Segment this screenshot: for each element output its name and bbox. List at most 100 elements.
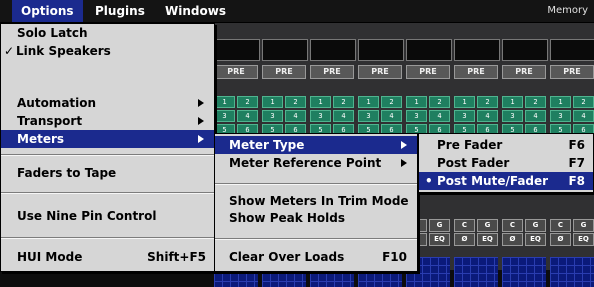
pre-button[interactable]: PRE: [214, 65, 258, 79]
voice-button[interactable]: 2: [429, 96, 450, 108]
voice-button[interactable]: 4: [573, 110, 594, 122]
pre-button[interactable]: PRE: [358, 65, 402, 79]
voice-button[interactable]: 2: [237, 96, 258, 108]
voice-button[interactable]: 1: [310, 96, 331, 108]
pre-button[interactable]: PRE: [406, 65, 450, 79]
pre-button[interactable]: PRE: [310, 65, 354, 79]
voice-button[interactable]: 4: [525, 110, 546, 122]
eq-button[interactable]: EQ: [477, 233, 498, 246]
voice-button[interactable]: 3: [358, 110, 379, 122]
insert-slot[interactable]: [406, 39, 452, 61]
pre-button[interactable]: PRE: [502, 65, 546, 79]
menu-item-solo-latch[interactable]: Solo Latch: [1, 24, 214, 42]
voice-button[interactable]: 1: [358, 96, 379, 108]
voice-button[interactable]: 3: [550, 110, 571, 122]
voice-button[interactable]: 3: [502, 110, 523, 122]
voice-button[interactable]: 1: [502, 96, 523, 108]
check-icon: ✓: [4, 44, 15, 58]
shortcut-label: F7: [568, 156, 585, 170]
c-button[interactable]: C: [502, 219, 523, 232]
menu-plugins[interactable]: Plugins: [86, 0, 154, 22]
menu-divider: [1, 237, 214, 239]
voice-button[interactable]: 3: [214, 110, 235, 122]
voice-button[interactable]: 1: [214, 96, 235, 108]
menu-item-show-peak-holds[interactable]: Show Peak Holds: [215, 209, 417, 227]
voice-button[interactable]: 2: [333, 96, 354, 108]
voice-button[interactable]: 1: [550, 96, 571, 108]
menu-item-post-mute-fader[interactable]: • Post Mute/Fader F8: [419, 172, 593, 190]
voice-button[interactable]: 2: [573, 96, 594, 108]
voice-button[interactable]: 1: [454, 96, 475, 108]
pre-button[interactable]: PRE: [550, 65, 594, 79]
eq-button[interactable]: EQ: [429, 233, 450, 246]
menu-item-pre-fader[interactable]: Pre Fader F6: [419, 136, 593, 154]
voice-button[interactable]: 2: [525, 96, 546, 108]
voice-button[interactable]: 2: [477, 96, 498, 108]
menu-windows[interactable]: Windows: [156, 0, 235, 22]
menu-item-clear-over-loads[interactable]: Clear Over Loads F10: [215, 248, 417, 266]
c-button[interactable]: C: [454, 219, 475, 232]
meter-display: [502, 257, 546, 287]
insert-slot[interactable]: [502, 39, 548, 61]
g-button[interactable]: G: [573, 219, 594, 232]
menu-item-label: Clear Over Loads: [229, 250, 345, 264]
insert-slot[interactable]: [454, 39, 500, 61]
voice-button[interactable]: 4: [237, 110, 258, 122]
menu-item-link-speakers[interactable]: ✓ Link Speakers: [1, 42, 214, 60]
insert-slot[interactable]: [550, 39, 594, 61]
pre-button[interactable]: PRE: [262, 65, 306, 79]
voice-button[interactable]: 4: [285, 110, 306, 122]
menu-item-meters[interactable]: Meters: [1, 130, 214, 148]
shortcut-label: F6: [568, 138, 585, 152]
submenu-arrow-icon: [198, 135, 204, 143]
menu-options[interactable]: Options: [12, 0, 83, 22]
voice-button[interactable]: 1: [406, 96, 427, 108]
voice-button[interactable]: 4: [333, 110, 354, 122]
g-button[interactable]: G: [477, 219, 498, 232]
insert-slot[interactable]: [262, 39, 308, 61]
menu-item-show-meters-in-trim-mode[interactable]: Show Meters In Trim Mode: [215, 192, 417, 210]
voice-button[interactable]: 2: [285, 96, 306, 108]
menu-item-hui-mode[interactable]: HUI Mode Shift+F5: [1, 248, 214, 266]
menu-memory-label[interactable]: Memory: [547, 0, 588, 22]
eq-buttons: ØEQ: [454, 233, 498, 246]
voice-button[interactable]: 4: [429, 110, 450, 122]
voice-button[interactable]: 3: [454, 110, 475, 122]
meter-display: [550, 257, 594, 287]
voice-button[interactable]: 3: [310, 110, 331, 122]
voice-button[interactable]: 3: [406, 110, 427, 122]
voice-button[interactable]: 2: [381, 96, 402, 108]
menu-item-automation[interactable]: Automation: [1, 94, 214, 112]
menu-item-faders-to-tape[interactable]: Faders to Tape: [1, 164, 214, 182]
menu-item-use-nine-pin-control[interactable]: Use Nine Pin Control: [1, 207, 214, 225]
menu-divider: [1, 192, 214, 194]
eq-button[interactable]: EQ: [573, 233, 594, 246]
g-button[interactable]: G: [429, 219, 450, 232]
menu-item-label: Meter Reference Point: [229, 156, 382, 170]
meters-submenu: Meter Type Meter Reference Point Show Me…: [214, 133, 418, 272]
c-button[interactable]: C: [550, 219, 571, 232]
menu-item-post-fader[interactable]: Post Fader F7: [419, 154, 593, 172]
pre-button[interactable]: PRE: [454, 65, 498, 79]
voice-button[interactable]: 1: [262, 96, 283, 108]
insert-slot[interactable]: [358, 39, 404, 61]
g-button[interactable]: G: [525, 219, 546, 232]
menu-item-meter-reference-point[interactable]: Meter Reference Point: [215, 154, 417, 172]
menu-item-meter-type[interactable]: Meter Type: [215, 136, 417, 154]
cg-buttons: CG: [502, 219, 546, 232]
voice-button[interactable]: 3: [262, 110, 283, 122]
menu-item-label: Automation: [17, 96, 97, 110]
insert-slot[interactable]: [310, 39, 356, 61]
voice-button[interactable]: 4: [477, 110, 498, 122]
voice-button[interactable]: 4: [381, 110, 402, 122]
menu-item-label: Pre Fader: [437, 138, 503, 152]
phase-button[interactable]: Ø: [550, 233, 571, 246]
cg-buttons: CG: [454, 219, 498, 232]
phase-button[interactable]: Ø: [502, 233, 523, 246]
menu-item-transport[interactable]: Transport: [1, 112, 214, 130]
phase-button[interactable]: Ø: [454, 233, 475, 246]
insert-slot[interactable]: [214, 39, 260, 61]
shortcut-label: Shift+F5: [147, 250, 206, 264]
menu-divider: [1, 154, 214, 156]
eq-button[interactable]: EQ: [525, 233, 546, 246]
